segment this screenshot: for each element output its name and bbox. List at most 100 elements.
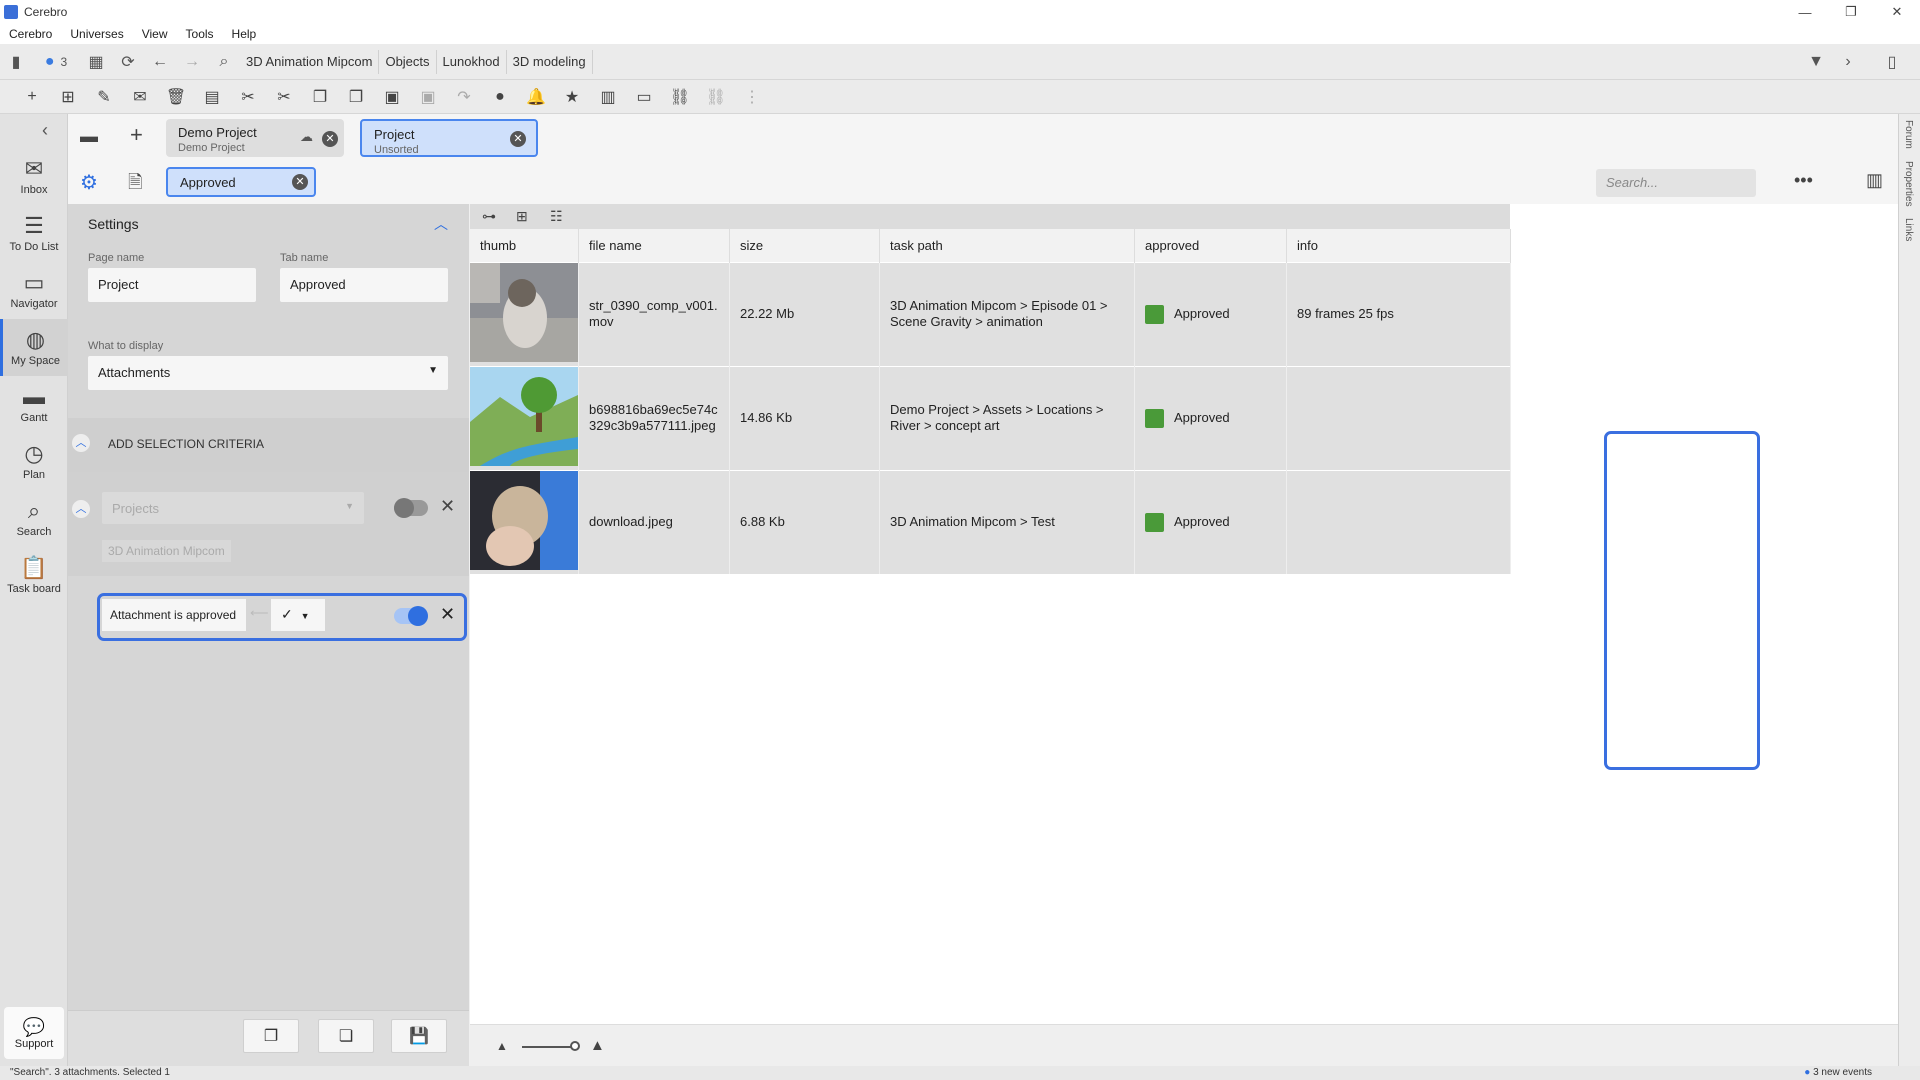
- breadcrumb-4[interactable]: 3D modeling: [507, 49, 593, 74]
- trash-icon[interactable]: 🗑: [158, 82, 194, 112]
- menu-help[interactable]: Help: [223, 27, 266, 41]
- col-info[interactable]: info: [1286, 229, 1511, 262]
- gear-icon[interactable]: ⚙: [80, 170, 98, 195]
- folder-icon[interactable]: ▬: [80, 126, 98, 147]
- notifications-button[interactable]: ● 3: [32, 47, 80, 77]
- comment-icon[interactable]: ✉: [122, 82, 158, 112]
- col-task-path[interactable]: task path: [879, 229, 1135, 262]
- tab-links[interactable]: Links: [1903, 218, 1914, 241]
- add-tab-icon[interactable]: +: [130, 122, 143, 148]
- zoom-in-icon[interactable]: ▲: [590, 1037, 605, 1054]
- edit-icon[interactable]: ✎: [86, 82, 122, 112]
- table-row[interactable]: b698816ba69ec5e74c329c3b9a577111.jpeg 14…: [470, 365, 1511, 470]
- refresh-icon[interactable]: ⟳: [112, 47, 144, 77]
- attachment-approved-field[interactable]: Attachment is approved: [102, 599, 246, 631]
- tab-forum[interactable]: Forum: [1903, 120, 1914, 149]
- nav-plan[interactable]: ◷ Plan: [0, 433, 68, 490]
- paste-link-icon[interactable]: ▣: [410, 82, 446, 112]
- collapse-left-icon[interactable]: ‹: [42, 120, 62, 140]
- close-chip-icon[interactable]: ✕: [292, 174, 308, 190]
- breadcrumb-2[interactable]: Objects: [379, 49, 437, 74]
- sliders-icon[interactable]: ☷: [550, 208, 584, 225]
- remove-criteria-icon[interactable]: ✕: [440, 496, 455, 517]
- more-vertical-icon[interactable]: ⋮: [734, 82, 770, 112]
- nav-search[interactable]: ⌕ Search: [0, 490, 68, 547]
- menu-view[interactable]: View: [133, 27, 177, 41]
- dropdown-triangle-icon[interactable]: ▼: [1800, 47, 1832, 77]
- criteria2-toggle[interactable]: [394, 606, 428, 626]
- bulb-icon[interactable]: ●: [482, 82, 518, 112]
- thumbnail[interactable]: [470, 469, 579, 574]
- chevron-up-icon[interactable]: ︿: [72, 434, 90, 452]
- cut-icon[interactable]: ✂: [230, 82, 266, 112]
- col-size[interactable]: size: [729, 229, 880, 262]
- table-row[interactable]: download.jpeg 6.88 Kb 3D Animation Mipco…: [470, 469, 1511, 574]
- tab-name-field[interactable]: Approved: [280, 268, 448, 302]
- link-icon[interactable]: ⛓: [662, 82, 698, 112]
- unlink-icon[interactable]: ⛓: [698, 82, 734, 112]
- menu-universes[interactable]: Universes: [61, 27, 132, 41]
- tab-properties[interactable]: Properties: [1903, 161, 1914, 207]
- criteria-field-select[interactable]: Projects ▼: [102, 492, 364, 524]
- close-tab-icon[interactable]: ✕: [322, 131, 338, 147]
- close-tab-icon[interactable]: ✕: [510, 131, 526, 147]
- copy-icon[interactable]: ❐: [302, 82, 338, 112]
- maximize-button[interactable]: ❐: [1828, 0, 1874, 24]
- star-icon[interactable]: ★: [554, 82, 590, 112]
- tab-project[interactable]: Project Unsorted ✕: [360, 119, 538, 157]
- criteria1-toggle[interactable]: [394, 498, 428, 518]
- nav-gantt[interactable]: ▬ Gantt: [0, 376, 68, 433]
- breadcrumb-3[interactable]: Lunokhod: [437, 49, 507, 74]
- layout-icon[interactable]: ▦: [80, 47, 112, 77]
- paste-icon[interactable]: ▣: [374, 82, 410, 112]
- task-path-cell[interactable]: 3D Animation Mipcom > Test: [879, 469, 1135, 574]
- forward-arrow-icon[interactable]: →: [176, 47, 208, 77]
- col-thumb[interactable]: thumb: [470, 229, 579, 262]
- close-window-button[interactable]: ✕: [1874, 0, 1920, 24]
- add-subtask-icon[interactable]: ⊞: [50, 82, 86, 112]
- save-button[interactable]: 💾: [391, 1019, 447, 1053]
- nav-task-board[interactable]: 📋 Task board: [0, 547, 68, 604]
- task-path-cell[interactable]: 3D Animation Mipcom > Episode 01 > Scene…: [879, 261, 1135, 366]
- col-file-name[interactable]: file name: [578, 229, 730, 262]
- nav-my-space[interactable]: ◍ My Space: [0, 319, 68, 376]
- tab-demo-project[interactable]: Demo Project Demo Project ☁ ✕: [166, 119, 344, 157]
- nav-navigator[interactable]: ▭ Navigator: [0, 262, 68, 319]
- nav-inbox[interactable]: ✉ Inbox: [0, 148, 68, 205]
- copy-button[interactable]: ❏: [318, 1019, 374, 1053]
- search-icon[interactable]: ⌕: [208, 47, 240, 77]
- chevron-right-icon[interactable]: ›: [1832, 47, 1864, 77]
- zoom-slider-track[interactable]: [522, 1046, 574, 1048]
- zoom-slider-handle[interactable]: [570, 1041, 580, 1051]
- support-button[interactable]: 💬 Support: [4, 1007, 64, 1059]
- pages-icon[interactable]: ▥: [590, 82, 626, 112]
- menu-cerebro[interactable]: Cerebro: [0, 27, 61, 41]
- criteria-value-chip[interactable]: 3D Animation Mipcom: [102, 540, 231, 562]
- tree-icon[interactable]: ⊶: [482, 208, 516, 225]
- add-page-icon[interactable]: 🗎: [128, 170, 142, 200]
- bell-icon[interactable]: 🔔: [518, 82, 554, 112]
- chart-icon[interactable]: ▥: [1866, 170, 1883, 191]
- new-events-indicator[interactable]: ● 3 new events: [1804, 1066, 1872, 1080]
- doc-icon[interactable]: ▯: [1864, 47, 1920, 77]
- copy-link-icon[interactable]: ❐: [338, 82, 374, 112]
- table-row[interactable]: str_0390_comp_v001. mov 22.22 Mb 3D Anim…: [470, 261, 1511, 366]
- col-approved[interactable]: approved: [1134, 229, 1287, 262]
- breadcrumb-1[interactable]: 3D Animation Mipcom: [240, 49, 380, 74]
- remove-criteria-icon[interactable]: ✕: [440, 604, 455, 625]
- menu-tools[interactable]: Tools: [177, 27, 223, 41]
- nav-todo-list[interactable]: ☰ To Do List: [0, 205, 68, 262]
- page-name-field[interactable]: Project: [88, 268, 256, 302]
- panel-icon[interactable]: ▮: [0, 47, 32, 77]
- filter-chip-approved[interactable]: Approved ✕: [166, 167, 316, 197]
- zoom-out-icon[interactable]: ▲: [496, 1039, 508, 1053]
- stack-icon[interactable]: ▤: [194, 82, 230, 112]
- chevron-up-icon[interactable]: ︿: [72, 500, 90, 518]
- monitor-icon[interactable]: ▭: [626, 82, 662, 112]
- check-select[interactable]: ✓ ▼: [271, 599, 325, 631]
- display-select[interactable]: Attachments ▼: [88, 356, 448, 390]
- cut-link-icon[interactable]: ✂: [266, 82, 302, 112]
- back-arrow-icon[interactable]: ←: [144, 47, 176, 77]
- add-icon[interactable]: +: [14, 82, 50, 112]
- thumbnail[interactable]: [470, 261, 579, 366]
